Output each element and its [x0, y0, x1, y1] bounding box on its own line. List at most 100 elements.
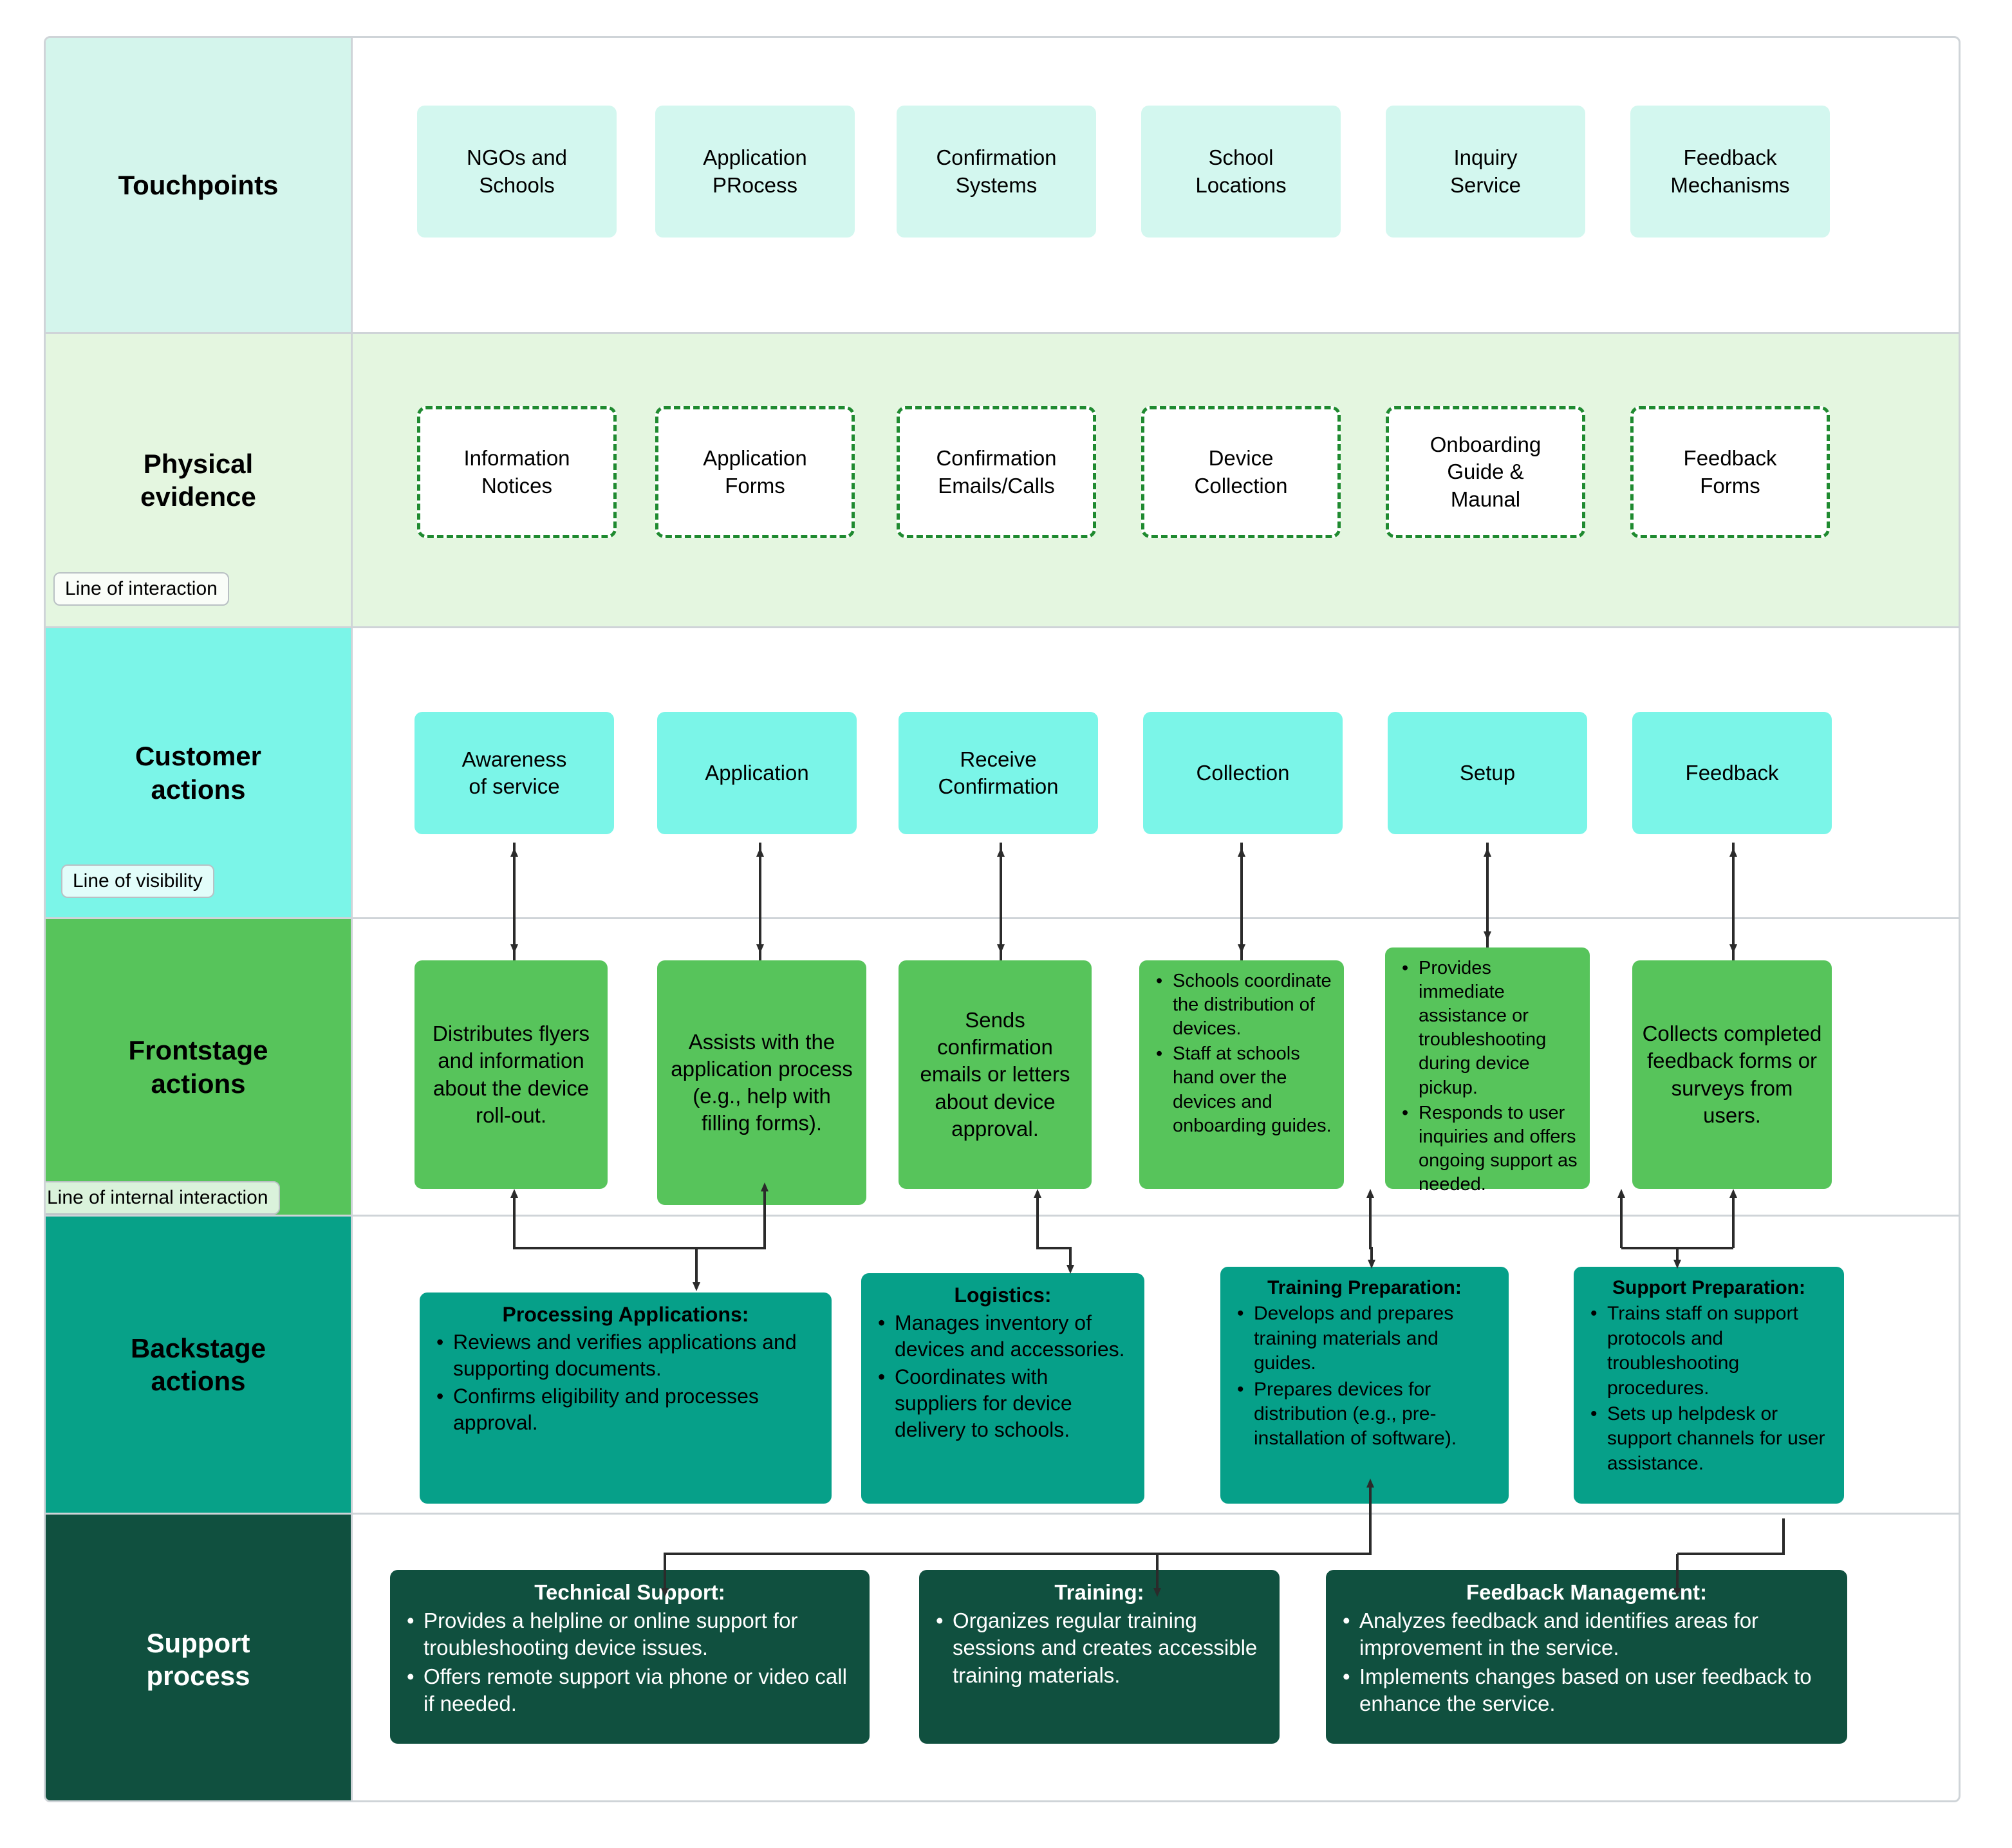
- row-label-customer-line2: actions: [151, 774, 246, 805]
- list-item: Prepares devices for distribution (e.g.,…: [1237, 1377, 1497, 1451]
- separator-label: Line of visibility: [73, 870, 203, 891]
- touchpoint-line2: PRocess: [712, 173, 798, 197]
- touchpoint-card-3[interactable]: Confirmation Systems: [897, 106, 1096, 238]
- service-blueprint: Touchpoints NGOs and Schools Application…: [44, 36, 1961, 1802]
- physical-evidence-card-5[interactable]: Onboarding Guide & Maunal: [1386, 406, 1585, 538]
- touchpoint-line2: Schools: [479, 173, 555, 197]
- touchpoint-card-6[interactable]: Feedback Mechanisms: [1630, 106, 1830, 238]
- physical-evidence-card-3[interactable]: Confirmation Emails/Calls: [897, 406, 1096, 538]
- touchpoint-card-4[interactable]: School Locations: [1141, 106, 1341, 238]
- row-body-backstage-actions: Processing Applications: Reviews and ver…: [353, 1217, 1959, 1513]
- support-card-header: Training:: [1054, 1580, 1144, 1604]
- backstage-bullet-list: Trains staff on support protocols and tr…: [1585, 1302, 1832, 1477]
- row-label-support-line1: Support: [146, 1627, 250, 1658]
- backstage-card-2[interactable]: Logistics: Manages inventory of devices …: [861, 1273, 1144, 1504]
- customer-line1: Collection: [1196, 760, 1290, 785]
- frontstage-card-6[interactable]: Collects completed feedback forms or sur…: [1632, 960, 1832, 1189]
- physical-line2: Forms: [725, 473, 785, 498]
- list-item: Organizes regular training sessions and …: [936, 1607, 1268, 1689]
- list-item: Sets up helpdesk or support channels for…: [1590, 1402, 1832, 1476]
- touchpoint-line2: Mechanisms: [1670, 173, 1790, 197]
- customer-action-card-1[interactable]: Awareness of service: [415, 712, 614, 834]
- list-item: Provides a helpline or online support fo…: [407, 1607, 858, 1661]
- support-process-card-3[interactable]: Feedback Management: Analyzes feedback a…: [1326, 1570, 1847, 1744]
- row-body-customer-actions: Awareness of service Application Receive…: [353, 628, 1959, 917]
- list-item: Schools coordinate the distribution of d…: [1156, 969, 1332, 1041]
- row-label-customer-line1: Customer: [135, 741, 262, 772]
- frontstage-text: Distributes flyers and information about…: [433, 1022, 590, 1127]
- customer-action-card-5[interactable]: Setup: [1388, 712, 1587, 834]
- physical-line1: Device: [1208, 446, 1274, 471]
- customer-action-card-4[interactable]: Collection: [1143, 712, 1343, 834]
- backstage-card-4[interactable]: Support Preparation: Trains staff on sup…: [1574, 1267, 1844, 1504]
- separator-line-of-internal-interaction: Line of internal interaction: [46, 1181, 280, 1215]
- touchpoint-card-2[interactable]: Application PRocess: [655, 106, 855, 238]
- row-physical-evidence: Physical evidence Information Notices Ap…: [46, 334, 1959, 628]
- row-frontstage-actions: Frontstage actions Distributes flyers an…: [46, 919, 1959, 1217]
- support-bullet-list: Provides a helpline or online support fo…: [402, 1607, 858, 1719]
- backstage-card-header: Logistics:: [954, 1283, 1052, 1307]
- list-item: Analyzes feedback and identifies areas f…: [1343, 1607, 1836, 1661]
- separator-label: Line of internal interaction: [47, 1187, 268, 1208]
- touchpoint-line1: School: [1208, 145, 1274, 170]
- row-body-frontstage-actions: Distributes flyers and information about…: [353, 919, 1959, 1215]
- separator-label: Line of interaction: [65, 578, 218, 599]
- list-item: Staff at schools hand over the devices a…: [1156, 1042, 1332, 1137]
- physical-evidence-card-1[interactable]: Information Notices: [417, 406, 617, 538]
- support-process-card-2[interactable]: Training: Organizes regular training ses…: [919, 1570, 1280, 1744]
- frontstage-card-2[interactable]: Assists with the application process (e.…: [657, 960, 866, 1205]
- frontstage-text: Assists with the application process (e.…: [671, 1029, 853, 1135]
- support-process-card-1[interactable]: Technical Support: Provides a helpline o…: [390, 1570, 870, 1744]
- physical-line1: Onboarding: [1430, 433, 1542, 457]
- customer-action-card-6[interactable]: Feedback: [1632, 712, 1832, 834]
- physical-evidence-card-6[interactable]: Feedback Forms: [1630, 406, 1830, 538]
- backstage-bullet-list: Manages inventory of devices and accesso…: [873, 1310, 1133, 1444]
- row-label-frontstage-line2: actions: [151, 1068, 246, 1099]
- physical-evidence-card-2[interactable]: Application Forms: [655, 406, 855, 538]
- row-support-process: Support process Technical Support: Provi…: [46, 1515, 1959, 1800]
- customer-action-card-3[interactable]: Receive Confirmation: [899, 712, 1098, 834]
- row-label-backstage-line2: actions: [151, 1366, 246, 1396]
- list-item: Reviews and verifies applications and su…: [436, 1329, 820, 1382]
- touchpoint-card-1[interactable]: NGOs and Schools: [417, 106, 617, 238]
- list-item: Trains staff on support protocols and tr…: [1590, 1302, 1832, 1401]
- physical-line1: Application: [703, 446, 807, 471]
- separator-line-of-interaction: Line of interaction: [53, 572, 229, 606]
- customer-action-card-2[interactable]: Application: [657, 712, 857, 834]
- physical-line1: Information: [463, 446, 570, 471]
- touchpoint-line1: Application: [703, 145, 807, 170]
- list-item: Implements changes based on user feedbac…: [1343, 1663, 1836, 1717]
- physical-evidence-card-4[interactable]: Device Collection: [1141, 406, 1341, 538]
- backstage-bullet-list: Develops and prepares training materials…: [1232, 1302, 1497, 1452]
- row-label-frontstage-line1: Frontstage: [128, 1035, 268, 1066]
- touchpoint-line1: Confirmation: [936, 145, 1057, 170]
- customer-line1: Awareness: [461, 747, 567, 771]
- list-item: Offers remote support via phone or video…: [407, 1663, 858, 1717]
- list-item: Responds to user inquiries and offers on…: [1402, 1101, 1578, 1197]
- touchpoint-card-5[interactable]: Inquiry Service: [1386, 106, 1585, 238]
- backstage-card-1[interactable]: Processing Applications: Reviews and ver…: [420, 1293, 832, 1504]
- touchpoint-line2: Locations: [1195, 173, 1287, 197]
- physical-line2: Forms: [1700, 473, 1760, 498]
- row-backstage-actions: Backstage actions Processing Application…: [46, 1217, 1959, 1515]
- row-body-touchpoints: NGOs and Schools Application PRocess Con…: [353, 38, 1959, 332]
- row-customer-actions: Customer actions Awareness of service Ap…: [46, 628, 1959, 919]
- physical-line2: Guide &: [1447, 460, 1524, 484]
- physical-line1: Confirmation: [936, 446, 1057, 471]
- support-bullet-list: Analyzes feedback and identifies areas f…: [1337, 1607, 1836, 1719]
- frontstage-card-1[interactable]: Distributes flyers and information about…: [415, 960, 608, 1189]
- row-label-backstage-line1: Backstage: [130, 1332, 266, 1363]
- row-label-physical-line2: evidence: [140, 481, 256, 512]
- backstage-card-3[interactable]: Training Preparation: Develops and prepa…: [1220, 1267, 1509, 1504]
- frontstage-card-4[interactable]: Schools coordinate the distribution of d…: [1139, 960, 1344, 1189]
- row-label-physical-line1: Physical: [143, 448, 254, 479]
- support-card-header: Feedback Management:: [1466, 1580, 1708, 1604]
- list-item: Coordinates with suppliers for device de…: [878, 1364, 1133, 1443]
- customer-line1: Receive: [960, 747, 1037, 771]
- row-label-touchpoints-text: Touchpoints: [118, 169, 279, 200]
- backstage-card-header: Processing Applications:: [502, 1303, 749, 1326]
- row-touchpoints: Touchpoints NGOs and Schools Application…: [46, 38, 1959, 334]
- frontstage-card-5[interactable]: Provides immediate assistance or trouble…: [1385, 947, 1590, 1195]
- frontstage-card-3[interactable]: Sends confirmation emails or letters abo…: [899, 960, 1092, 1189]
- touchpoint-line2: Service: [1449, 173, 1522, 197]
